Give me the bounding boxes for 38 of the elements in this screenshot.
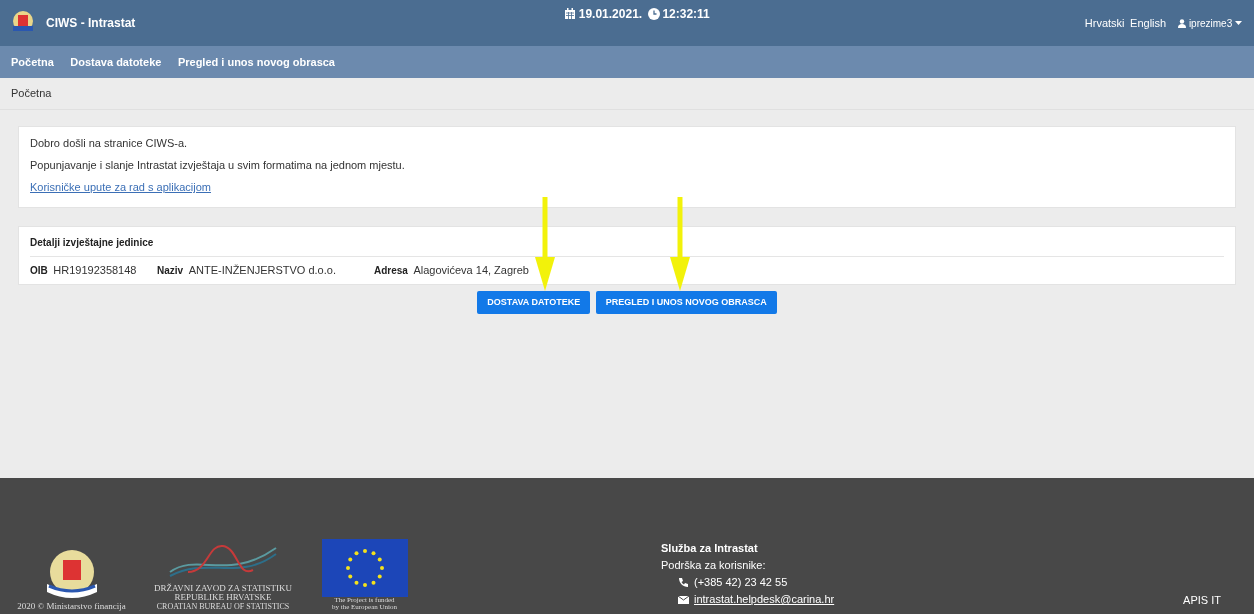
language-link[interactable]: English	[1130, 14, 1167, 32]
welcome-text: Dobro došli na stranice CIWS-a.	[30, 136, 189, 152]
vendor-text: APIS IT	[1183, 593, 1222, 608]
field-value: Alagovićeva 14, Zagreb	[413, 263, 529, 278]
phone-number: (+385 42) 23 42 55	[694, 575, 788, 591]
phone-icon	[677, 577, 689, 589]
time-text: 12:32:11	[662, 6, 710, 23]
support-label: Podrška za korisnike:	[661, 558, 767, 574]
user-guide-link[interactable]: Korisničke upute za rad s aplikacijom	[30, 179, 211, 196]
field-value: HR19192358148	[53, 263, 137, 278]
footer-text: 2020 © Ministarstvo financija	[17, 601, 126, 612]
envelope-icon	[677, 595, 689, 604]
nav-link[interactable]: Pregled i unos novog obrasca	[177, 53, 335, 71]
action-button[interactable]: DOSTAVA DATOTEKE	[477, 290, 591, 314]
email-link[interactable]: intrastat.helpdesk@carina.hr	[694, 591, 835, 609]
caret-icon	[1235, 21, 1242, 25]
footer-text: DRŽAVNI ZAVOD ZA STATISTIKU	[153, 584, 293, 594]
app-title: CIWS - Intrastat	[46, 15, 136, 32]
footer-text: REPUBLIKE HRVATSKE	[173, 593, 273, 603]
field-label: Naziv	[157, 264, 184, 278]
nav-link[interactable]: Početna	[11, 53, 54, 71]
calendar-icon	[564, 8, 576, 20]
action-button[interactable]: PREGLED I UNOS NOVOG OBRASCA	[595, 290, 777, 314]
welcome-text: Popunjavanje i slanje Intrastat izvještaja u svim formatima na jednom mjestu.	[30, 158, 406, 174]
field-label: Adresa	[374, 264, 408, 278]
field-value: ANTE-INŽENJERSTVO d.o.o.	[188, 263, 336, 278]
date-text: 19.01.2021.	[578, 6, 643, 23]
field-label: OIB	[30, 264, 48, 278]
footer-text: CROATIAN BUREAU OF STATISTICS	[155, 602, 291, 612]
user-menu[interactable]: iprezime3	[1177, 14, 1243, 32]
section-title: Detalji izvještajne jedinice	[30, 235, 1224, 257]
eu-flag-icon	[321, 538, 408, 597]
nav-link[interactable]: Dostava datoteke	[70, 53, 162, 71]
language-link[interactable]: Hrvatski	[1084, 14, 1125, 32]
user-icon	[1178, 18, 1187, 28]
clock-icon	[647, 8, 660, 20]
service-title: Služba za Intrastat	[661, 541, 759, 557]
breadcrumb: Početna	[11, 86, 52, 102]
